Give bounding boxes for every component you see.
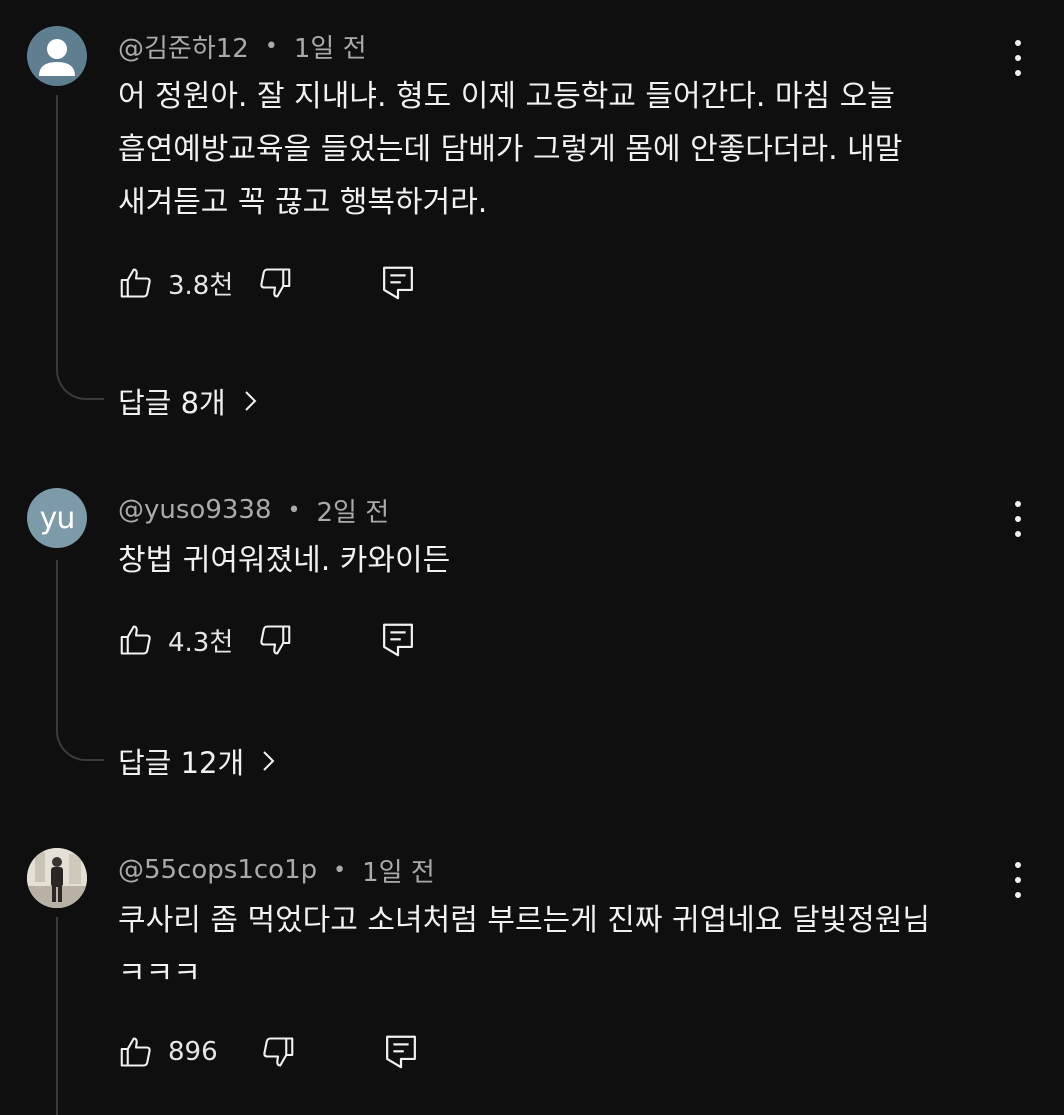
more-vert-dot xyxy=(1015,531,1021,537)
like-button[interactable] xyxy=(118,265,154,301)
like-button[interactable] xyxy=(118,1034,154,1070)
like-icon xyxy=(120,625,151,655)
dislike-icon xyxy=(260,268,291,298)
dislike-icon xyxy=(260,625,291,655)
more-vert-dot xyxy=(1015,55,1021,61)
reply-icon xyxy=(383,266,414,300)
reply-icon xyxy=(385,1035,416,1069)
default-user-icon xyxy=(39,39,75,76)
comment-line: 창법 귀여워졌네. 카와이든 xyxy=(118,543,451,578)
comment-time[interactable]: 1일 전 xyxy=(362,852,435,889)
comment-author[interactable]: @김준하12 xyxy=(118,28,249,65)
photo-avatar xyxy=(27,848,87,908)
chevron-right-icon xyxy=(245,391,257,411)
separator-dot: • xyxy=(287,497,301,523)
comment-line: ㅋㅋㅋ xyxy=(118,956,201,991)
comment-time[interactable]: 1일 전 xyxy=(294,28,367,65)
replies-label: 답글 12개 xyxy=(118,746,245,780)
like-count: 896 xyxy=(168,1037,218,1067)
reply-button[interactable] xyxy=(381,265,415,301)
comment-line: 쿠사리 좀 먹었다고 소녀처럼 부르는게 진짜 귀엽네요 달빛정원님 xyxy=(118,903,930,938)
more-vert-dot xyxy=(1015,516,1021,522)
comment-line: 흡연예방교육을 들었는데 담배가 그렇게 몸에 안좋다더라. 내말 xyxy=(118,132,903,167)
comment-time[interactable]: 2일 전 xyxy=(316,492,389,529)
thread-line xyxy=(56,917,58,1115)
comments-section: @김준하12 • 1일 전 어 정원아. 잘 지내냐. 형도 이제 고등학교 들… xyxy=(0,0,1064,1115)
comment-meta: @yuso9338 • 2일 전 xyxy=(118,492,389,528)
like-button[interactable] xyxy=(118,622,154,658)
reply-button[interactable] xyxy=(384,1034,418,1070)
view-replies-link[interactable]: 답글 8개 xyxy=(118,380,262,422)
replies-label: 답글 8개 xyxy=(118,386,226,420)
avatar[interactable]: yu xyxy=(27,488,87,548)
comment-actions: 3.8천 xyxy=(118,263,415,303)
dislike-icon xyxy=(262,1037,293,1067)
comment-author[interactable]: @55cops1co1p xyxy=(118,855,317,885)
comment-line: 어 정원아. 잘 지내냐. 형도 이제 고등학교 들어간다. 마침 오늘 xyxy=(118,79,895,114)
separator-dot: • xyxy=(333,857,347,883)
comment-line: 새겨듣고 꼭 끊고 행복하거라. xyxy=(118,185,488,220)
comment-text: 창법 귀여워졌네. 카와이든 xyxy=(118,534,998,587)
more-vert-icon xyxy=(1015,40,1021,46)
thread-curve xyxy=(56,364,104,400)
comment-meta: @55cops1co1p • 1일 전 xyxy=(118,852,435,888)
separator-dot: • xyxy=(264,33,278,59)
reply-icon xyxy=(383,623,414,657)
avatar[interactable] xyxy=(27,26,87,86)
dislike-button[interactable] xyxy=(260,1034,296,1070)
like-count: 3.8천 xyxy=(168,270,234,301)
more-vert-dot xyxy=(1015,877,1021,883)
thread-curve xyxy=(56,725,104,761)
chevron-right-icon xyxy=(263,751,275,771)
thread-line xyxy=(56,560,58,726)
more-options-button[interactable] xyxy=(1006,862,1030,898)
reply-button[interactable] xyxy=(381,622,415,658)
like-count: 4.3천 xyxy=(168,627,234,658)
thread-line xyxy=(56,95,58,365)
more-vert-icon xyxy=(1015,501,1021,507)
more-vert-icon xyxy=(1015,862,1021,868)
dislike-button[interactable] xyxy=(257,622,293,658)
view-replies-link[interactable]: 답글 12개 xyxy=(118,740,280,782)
avatar-initials: yu xyxy=(39,500,76,536)
comment-actions: 896 xyxy=(118,1032,418,1072)
avatar[interactable] xyxy=(27,848,87,908)
comment-text: 쿠사리 좀 먹었다고 소녀처럼 부르는게 진짜 귀엽네요 달빛정원님 ㅋㅋㅋ xyxy=(118,894,998,1000)
more-options-button[interactable] xyxy=(1006,501,1030,537)
comment-author[interactable]: @yuso9338 xyxy=(118,495,272,525)
more-vert-dot xyxy=(1015,892,1021,898)
more-options-button[interactable] xyxy=(1006,40,1030,76)
comment-text: 어 정원아. 잘 지내냐. 형도 이제 고등학교 들어간다. 마침 오늘 흡연예… xyxy=(118,70,998,229)
like-icon xyxy=(120,1037,151,1067)
dislike-button[interactable] xyxy=(257,265,293,301)
comment-meta: @김준하12 • 1일 전 xyxy=(118,28,367,64)
more-vert-dot xyxy=(1015,70,1021,76)
like-icon xyxy=(120,268,151,298)
comment-actions: 4.3천 xyxy=(118,620,415,660)
